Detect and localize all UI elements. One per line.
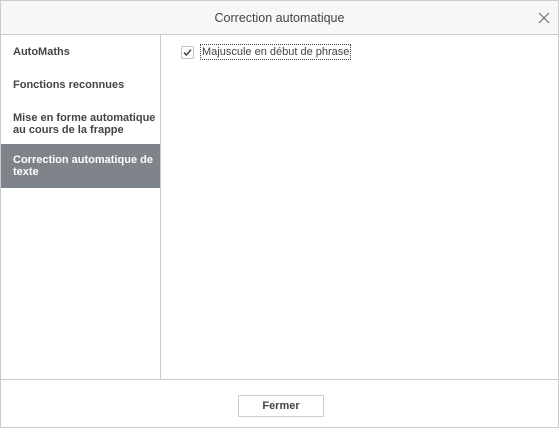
- dialog-footer: Fermer: [1, 379, 558, 428]
- close-button[interactable]: Fermer: [238, 395, 324, 417]
- sidebar-item-correction-automatique-texte[interactable]: Correction automatique de texte: [1, 144, 160, 188]
- dialog-title: Correction automatique: [214, 11, 345, 25]
- capitalize-sentence-label[interactable]: Majuscule en début de phrase: [199, 44, 352, 60]
- autocorrect-dialog: Correction automatique AutoMaths Fonctio…: [0, 0, 559, 428]
- content-panel: Majuscule en début de phrase: [161, 35, 558, 379]
- checkmark-icon: [183, 49, 192, 57]
- sidebar-item-fonctions-reconnues[interactable]: Fonctions reconnues: [1, 79, 160, 91]
- sidebar: AutoMaths Fonctions reconnues Mise en fo…: [1, 35, 161, 379]
- capitalize-sentence-checkbox[interactable]: [181, 46, 194, 59]
- sidebar-item-mise-en-forme-automatique[interactable]: Mise en forme automatique au cours de la…: [1, 112, 160, 136]
- close-icon[interactable]: [537, 11, 551, 25]
- sidebar-item-automaths[interactable]: AutoMaths: [1, 46, 160, 58]
- dialog-titlebar: Correction automatique: [1, 1, 558, 35]
